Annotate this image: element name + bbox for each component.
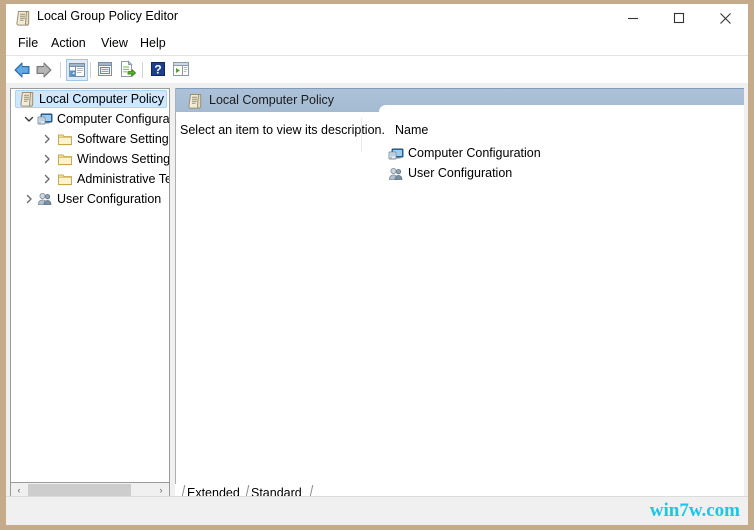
chevron-down-icon[interactable] [23, 113, 35, 125]
folder-icon [57, 151, 73, 167]
tree-item-label: User Configuration [57, 192, 162, 206]
tree-item-label: Local Computer Policy [39, 92, 165, 106]
export-list-button[interactable] [117, 59, 139, 81]
show-hide-action-pane-button[interactable] [171, 59, 193, 81]
description-text: Select an item to view its description. [180, 123, 385, 137]
chevron-right-icon[interactable] [41, 173, 53, 185]
folder-icon [57, 171, 73, 187]
computer-icon [37, 111, 53, 127]
policy-document-icon [187, 93, 203, 109]
main-content-area: Local Computer Policy Computer Configura… [6, 83, 748, 504]
tree-item-software-settings[interactable]: Software Settings [11, 129, 170, 149]
tree-item-user-configuration[interactable]: User Configuration [11, 189, 169, 209]
title-bar: Local Group Policy Editor [6, 4, 748, 32]
toolbar-separator [60, 62, 61, 78]
column-header-name: Name [395, 123, 429, 137]
toolbar-separator [142, 62, 143, 78]
maximize-button[interactable] [656, 4, 702, 32]
menu-item-help[interactable]: Help [134, 35, 172, 53]
list-item-label: User Configuration [408, 166, 513, 180]
results-pane-title: Local Computer Policy [209, 93, 335, 107]
application-window: Local Group Policy Editor File Action Vi… [0, 0, 754, 530]
console-tree: Local Computer Policy Computer Configura… [11, 89, 170, 209]
tree-item-windows-settings[interactable]: Windows Setting [11, 149, 170, 169]
results-pane: Local Computer Policy Select an item to … [175, 88, 744, 500]
menu-item-view[interactable]: View [95, 35, 134, 53]
properties-button[interactable] [95, 59, 117, 81]
user-icon [388, 166, 404, 182]
tree-item-label: Software Settings [77, 132, 170, 146]
site-watermark: win7w.com [649, 500, 740, 521]
tree-item-label: Computer Configura [57, 112, 170, 126]
toolbar: ? [6, 55, 748, 85]
computer-icon [388, 146, 404, 162]
tree-item-computer-configuration[interactable]: Computer Configura [11, 109, 170, 129]
tree-item-label: Administrative Te [77, 172, 170, 186]
results-pane-body: Select an item to view its description. … [176, 105, 744, 500]
minimize-button[interactable] [610, 4, 656, 32]
list-item-label: Computer Configuration [408, 146, 541, 160]
close-button[interactable] [702, 4, 748, 32]
chevron-right-icon[interactable] [41, 133, 53, 145]
console-tree-pane: Local Computer Policy Computer Configura… [10, 88, 170, 483]
menu-item-action[interactable]: Action [45, 35, 92, 53]
help-button[interactable]: ? [148, 59, 170, 81]
menu-bar: File Action View Help [6, 32, 748, 55]
menu-item-file[interactable]: File [12, 35, 44, 53]
svg-text:?: ? [154, 62, 161, 76]
status-bar [6, 496, 748, 525]
user-icon [37, 191, 53, 207]
window-title: Local Group Policy Editor [37, 9, 179, 23]
policy-document-icon [15, 10, 31, 26]
back-button[interactable] [11, 59, 33, 81]
tree-item-local-computer-policy[interactable]: Local Computer Policy [11, 89, 169, 109]
chevron-right-icon[interactable] [23, 193, 35, 205]
show-hide-console-tree-button[interactable] [66, 59, 88, 81]
toolbar-separator [90, 62, 91, 78]
folder-icon [57, 131, 73, 147]
tree-item-label: Windows Setting [77, 152, 170, 166]
window-client-area: Local Group Policy Editor File Action Vi… [6, 4, 748, 525]
pane-divider [361, 118, 362, 152]
tree-item-administrative-templates[interactable]: Administrative Te [11, 169, 170, 189]
chevron-right-icon[interactable] [41, 153, 53, 165]
results-list-card [379, 105, 744, 500]
forward-button[interactable] [33, 59, 55, 81]
policy-document-icon [19, 91, 35, 107]
